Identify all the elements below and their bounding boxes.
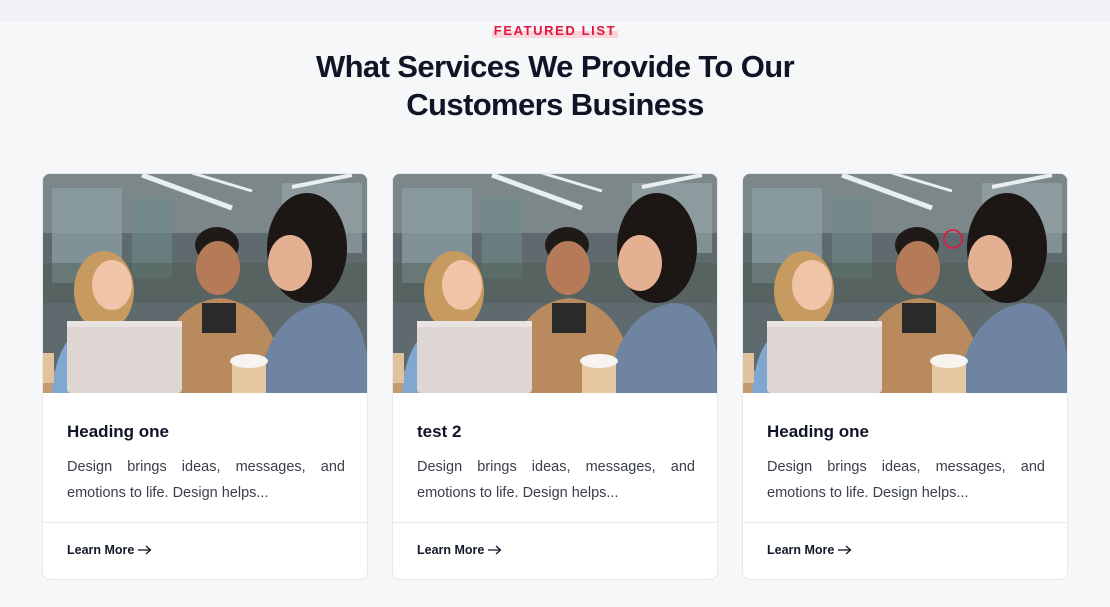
card-image	[42, 173, 368, 393]
section-headline: What Services We Provide To Our Customer…	[0, 48, 1110, 124]
card-description: Design brings ideas, messages, and emoti…	[67, 459, 345, 501]
service-card: test 2 Design brings ideas, messages, an…	[392, 173, 718, 580]
learn-more-label: Learn More	[67, 543, 135, 557]
learn-more-label: Learn More	[417, 543, 485, 557]
card-divider	[43, 522, 367, 523]
eyebrow-label: FEATURED LIST	[491, 23, 619, 38]
learn-more-link[interactable]: Learn More	[767, 543, 852, 557]
card-title: Heading one	[767, 422, 870, 441]
arrow-right-icon	[488, 545, 502, 555]
card-description: Design brings ideas, messages, and emoti…	[767, 459, 1045, 501]
learn-more-link[interactable]: Learn More	[417, 543, 502, 557]
service-card: Heading one Design brings ideas, message…	[42, 173, 368, 580]
card-image	[742, 173, 1068, 393]
card-description: Design brings ideas, messages, and emoti…	[417, 459, 695, 501]
card-divider	[743, 522, 1067, 523]
headline-line-1: What Services We Provide To Our	[315, 49, 795, 84]
learn-more-label: Learn More	[767, 543, 835, 557]
cursor-icon	[943, 229, 963, 249]
arrow-right-icon	[138, 545, 152, 555]
card-divider	[393, 522, 717, 523]
arrow-right-icon	[838, 545, 852, 555]
service-cards: Heading one Design brings ideas, message…	[42, 173, 1068, 580]
card-title: Heading one	[67, 422, 170, 441]
service-card: Heading one Design brings ideas, message…	[742, 173, 1068, 580]
headline-line-2: Customers Business	[406, 87, 704, 122]
card-image	[392, 173, 718, 393]
top-band	[0, 0, 1110, 22]
section-eyebrow: FEATURED LIST	[0, 22, 1110, 40]
learn-more-link[interactable]: Learn More	[67, 543, 152, 557]
card-title: test 2	[417, 422, 462, 441]
